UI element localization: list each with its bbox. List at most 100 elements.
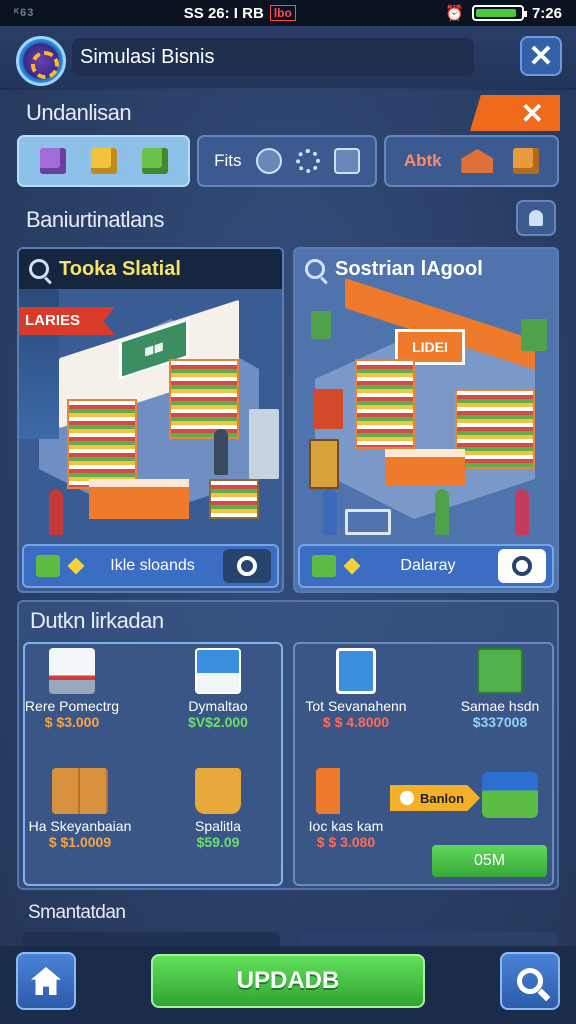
item-price: $59.09 [196,834,240,850]
buy-button[interactable]: 05M [432,845,547,877]
shelf [169,359,239,439]
counter [385,449,465,485]
store-header: Sostrian lAgool [295,249,557,289]
customer [435,489,449,535]
item-price: $337008 [472,714,528,730]
home-icon [31,967,61,995]
app-title: Simulasi Bisnis [72,38,474,76]
info-icon [400,791,414,805]
item-name: Rere Pomectrg [24,698,120,714]
recycle-bin-icon [477,648,523,694]
item-price: $ $1.0009 [48,834,112,850]
category-tab-goods[interactable] [17,135,190,187]
close-button[interactable]: ✕ [520,36,562,76]
summary-title: Smantatdan [28,902,126,923]
gem-icon [343,557,361,575]
arrow-label: Banlon [420,790,465,806]
categories-close-button[interactable]: ✕ [470,95,560,131]
counter [89,479,189,519]
status-badge: lbo [269,5,296,21]
store-header: Tooka Slatial [19,249,282,289]
clock: 7:26 [531,4,562,22]
shopping-bag-icon [195,768,241,814]
item-price: $V$2.000 [188,714,248,730]
update-button[interactable]: UPDADB [151,954,425,1008]
item-price: $ $3.000 [44,714,100,730]
gem-icon [67,557,85,575]
coin-icon [255,148,282,174]
summary-card [300,932,558,946]
display-case-icon [336,648,376,694]
search-icon [29,259,49,279]
package-icon [90,148,117,174]
investment-item[interactable]: Ha Skeyanbaian $ $1.0009 [20,768,140,850]
customer [49,489,63,535]
store-footer-label: Ikle sloands [110,557,195,574]
category-label: Abtk [403,151,442,170]
home-button[interactable] [16,952,76,1010]
item-name: Samae hsdn [460,698,540,714]
crate-stack [209,479,259,519]
search-icon [517,968,543,994]
battery-level [475,9,516,17]
search-icon [305,259,325,279]
shelf [67,399,137,489]
box-icon [513,148,540,174]
investment-item[interactable]: Samae hsdn $337008 [440,648,560,730]
shopkeeper [214,429,228,475]
status-time: SS 26: I RB [183,4,264,22]
investment-item[interactable]: Tot Sevanahenn $ $ 4.8000 [296,648,416,730]
item-name: Dymaltao [188,698,248,714]
item-name: Tot Sevanahenn [305,698,407,714]
search-button[interactable] [500,952,560,1010]
store-card-tooka[interactable]: Tooka Slatial ▦▦ LARIES Ikle sloands [17,247,284,593]
store-card-sostrian[interactable]: Sostrian lAgool LIDEI Dalaray [293,247,559,593]
crate-icon [141,148,168,174]
category-tab-abtk[interactable]: Abtk [384,135,559,187]
poster [313,389,343,429]
investment-item[interactable]: Rere Pomectrg $ $3.000 [12,648,132,730]
cabinet [309,439,339,489]
store-footer-label: Dalaray [400,557,456,574]
alarm-icon: ⏰ [445,5,464,22]
app-logo-icon[interactable] [16,36,66,86]
investment-item[interactable]: Dymaltao $V$2.000 [158,648,278,730]
item-price: $ $ 3.080 [316,834,376,850]
investment-item[interactable]: Ioc kas kam $ $ 3.080 [286,768,406,850]
stores-title: Baniurtinatlans [26,207,165,232]
crates-icon [52,768,108,814]
printer-icon [49,648,95,694]
hanging-tag [311,311,331,339]
summary-card [22,932,280,946]
customer [323,489,337,535]
shelf [455,389,535,469]
bell-icon[interactable] [516,200,556,236]
view-store-button[interactable] [498,549,546,583]
shield-icon [333,148,360,174]
banlon-arrow-button[interactable]: Banlon [390,785,480,811]
battery-icon [471,5,527,21]
cash-register-icon [482,772,538,818]
status-center: SS 26: I RB lbo [184,5,296,22]
hanging-tag [521,319,547,351]
view-store-button[interactable] [223,549,271,583]
store-scene: ▦▦ LARIES [19,289,282,545]
gear-icon [295,149,320,173]
status-signal: ᴷ63 [14,7,35,19]
machine-icon [195,648,241,694]
store-scene: LIDEI [295,278,557,545]
store-name: Tooka Slatial [59,257,181,280]
category-tab-fits[interactable]: Fits [197,135,377,187]
store-footer[interactable]: Dalaray [298,544,554,588]
item-name: Ioc kas kam [308,818,384,834]
store-footer[interactable]: Ikle sloands [22,544,279,588]
store-name: Sostrian lAgool [335,257,483,280]
customer [515,489,529,535]
shopping-cart-icon [345,509,391,535]
sale-ribbon: LARIES [19,307,115,335]
investment-item[interactable]: Spalitla $59.09 [158,768,278,850]
status-right: ⏰ 7:26 [445,4,562,23]
product-box-icon [39,148,66,174]
item-price: $ $ 4.8000 [322,714,390,730]
handshake-icon [316,768,376,814]
